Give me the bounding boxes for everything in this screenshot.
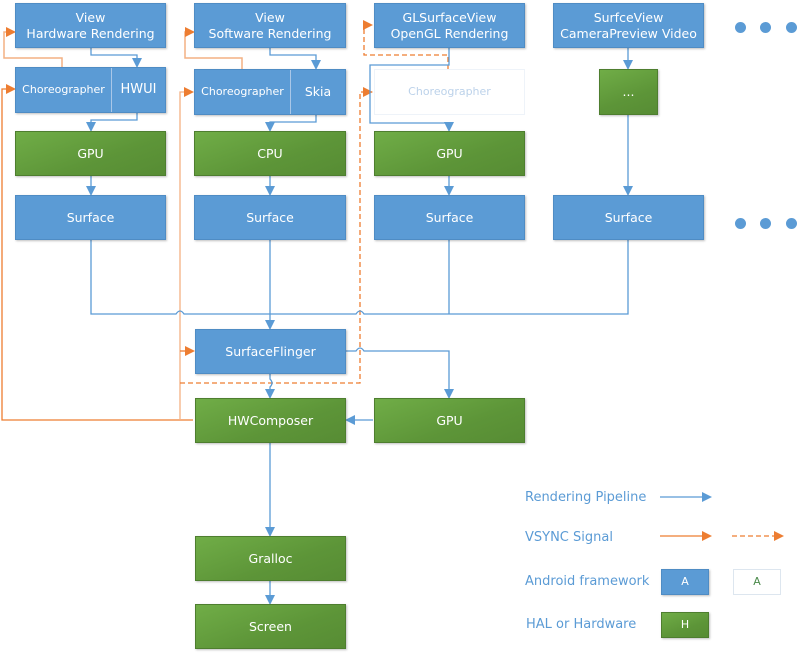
node-title: View	[75, 9, 106, 25]
legend-framework-swatch: A	[661, 569, 709, 595]
node-subtitle: CameraPreview Video	[560, 25, 697, 41]
pipeline-line	[86, 113, 138, 132]
more-dot-icon	[760, 22, 771, 33]
node-subtitle: OpenGL Rendering	[390, 25, 509, 41]
gpu-node: GPU	[374, 131, 525, 176]
pipeline-line	[265, 374, 275, 399]
composer-gpu-node: GPU	[374, 398, 525, 443]
more-dot-icon	[786, 22, 797, 33]
legend-hardware-swatch: H	[661, 612, 709, 638]
pipeline-line	[269, 48, 321, 70]
choreographer-part: Choreographer	[22, 83, 105, 96]
hwcomposer-node: HWComposer	[195, 398, 346, 443]
gpu-node: GPU	[15, 131, 166, 176]
more-dot-icon	[735, 22, 746, 33]
android-graphics-pipeline-diagram: View Hardware Rendering View Software Re…	[0, 0, 804, 658]
legend-hal-label: HAL or Hardware	[526, 617, 637, 632]
surfaceview-camera-node: SurfceView CameraPreview Video	[553, 3, 704, 48]
skia-part: Skia	[290, 70, 345, 114]
node-title: SurfceView	[593, 9, 664, 25]
legend-android-framework-label: Android framework	[525, 574, 650, 589]
gralloc-node: Gralloc	[195, 536, 346, 581]
unknown-hardware-node: ...	[599, 69, 658, 115]
choreographer-skia-node: Choreographer Skia	[194, 69, 346, 115]
more-dot-icon	[735, 218, 746, 229]
view-software-rendering-node: View Software Rendering	[194, 3, 346, 48]
node-title: GLSurfaceView	[402, 9, 497, 25]
glsurfaceview-node: GLSurfaceView OpenGL Rendering	[374, 3, 525, 48]
more-dot-icon	[760, 218, 771, 229]
cpu-node: CPU	[194, 131, 346, 176]
surface-node: Surface	[553, 195, 704, 240]
choreographer-hwui-node: Choreographer HWUI	[15, 67, 166, 113]
vsync-line	[179, 87, 194, 420]
legend-framework-swatch-alt: A	[733, 569, 781, 595]
screen-node: Screen	[195, 604, 346, 649]
hwui-part: HWUI	[111, 68, 165, 112]
choreographer-part: Choreographer	[201, 85, 284, 98]
pipeline-line	[346, 347, 454, 399]
more-dot-icon	[786, 218, 797, 229]
node-subtitle: Hardware Rendering	[26, 25, 155, 41]
pipeline-line	[90, 48, 142, 68]
surface-node: Surface	[194, 195, 346, 240]
surface-node: Surface	[374, 195, 525, 240]
view-hardware-rendering-node: View Hardware Rendering	[15, 3, 166, 48]
surfaceflinger-node: SurfaceFlinger	[195, 329, 346, 374]
choreographer-ghost-node: Choreographer	[374, 69, 525, 115]
surface-node: Surface	[15, 195, 166, 240]
legend-rendering-pipeline-label: Rendering Pipeline	[525, 490, 647, 505]
node-subtitle: Software Rendering	[208, 25, 332, 41]
pipeline-line	[265, 115, 317, 132]
node-title: View	[255, 9, 285, 25]
legend-vsync-signal-label: VSYNC Signal	[525, 530, 613, 545]
